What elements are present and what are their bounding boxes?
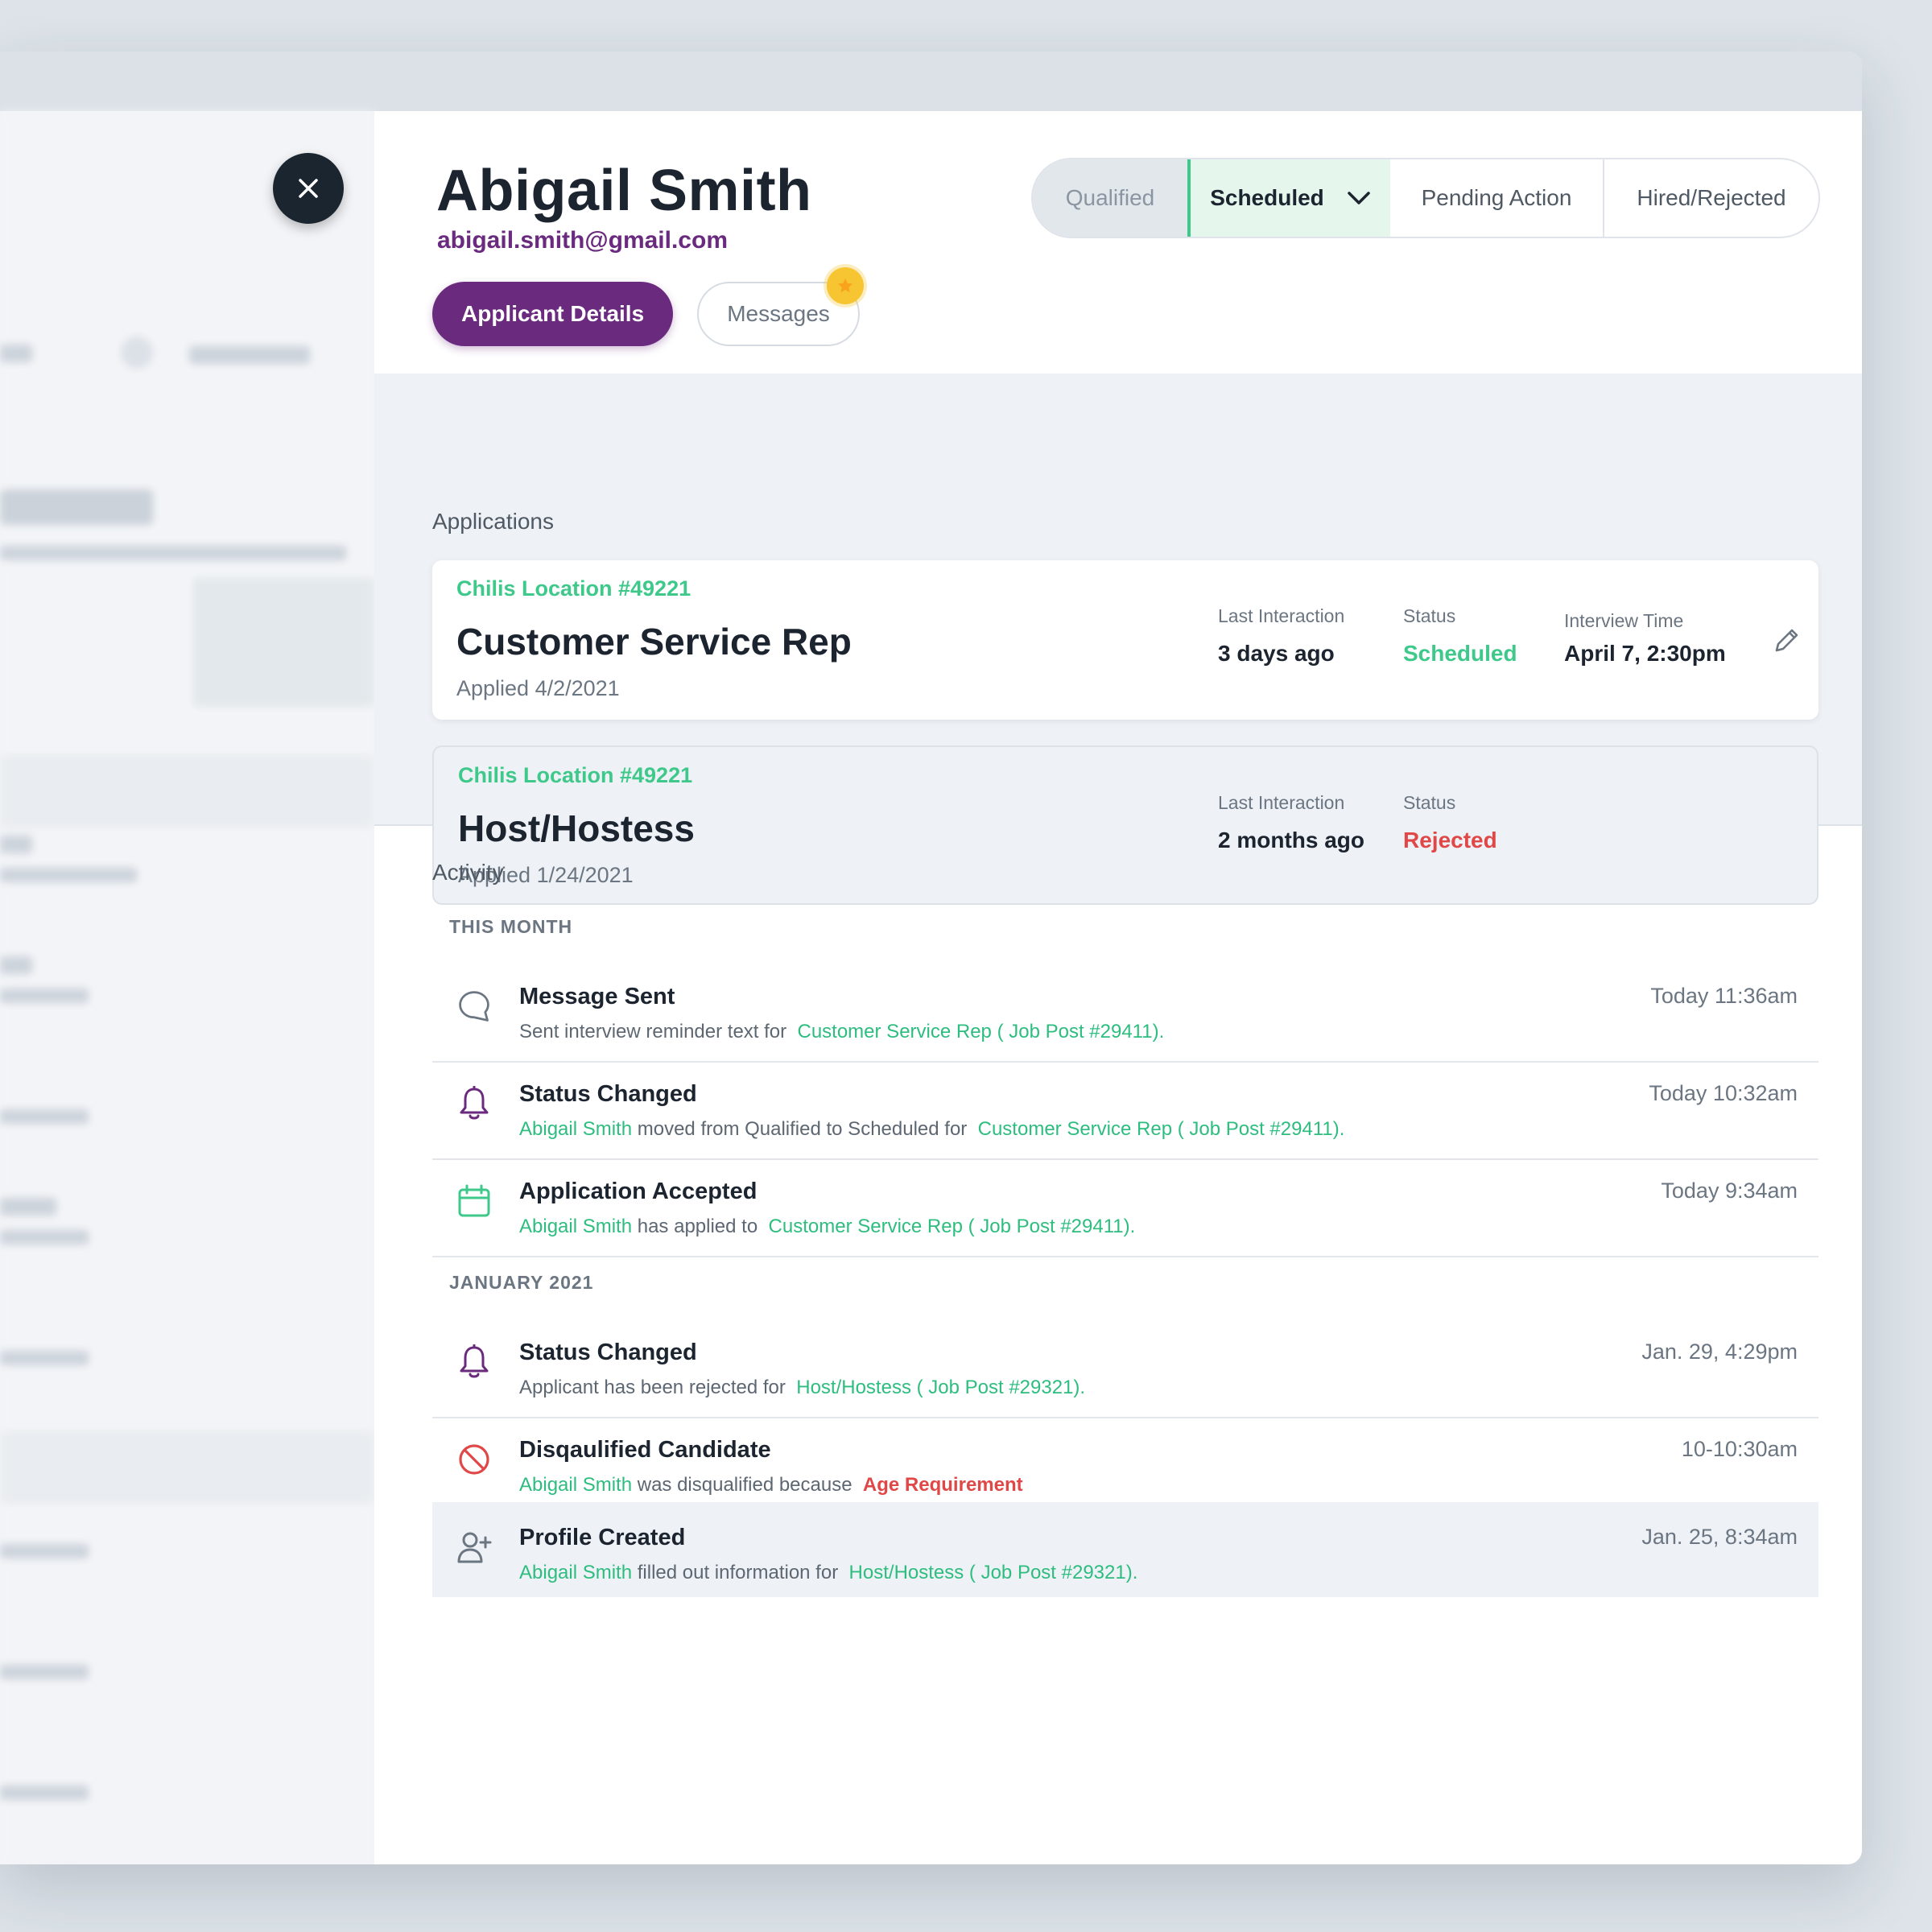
month-heading: THIS MONTH	[449, 916, 573, 937]
application-title: Customer Service Rep	[456, 621, 852, 663]
status-value: Scheduled	[1403, 641, 1517, 666]
status-value: Rejected	[1403, 828, 1497, 852]
activity-title: Status Changed	[519, 1081, 697, 1107]
activity-title: Disqaulified Candidate	[519, 1437, 771, 1463]
activity-title: Message Sent	[519, 984, 675, 1009]
activity-description: Sent interview reminder text for Custome…	[519, 1021, 1164, 1043]
activity-item[interactable]: Message Sent Sent interview reminder tex…	[432, 966, 1818, 1063]
applicant-email[interactable]: abigail.smith@gmail.com	[437, 227, 728, 254]
pencil-icon	[1775, 629, 1798, 652]
job-post-link[interactable]: Customer Service Rep ( Job Post #29411).	[978, 1118, 1345, 1140]
job-post-link[interactable]: Host/Hostess ( Job Post #29321).	[849, 1562, 1138, 1583]
background-app-topbar	[0, 52, 1862, 111]
edit-interview-button[interactable]	[1770, 625, 1802, 661]
status-label: Status	[1403, 605, 1456, 626]
activity-description: Abigail Smith was disqualified because A…	[519, 1474, 1023, 1496]
last-interaction-label: Last Interaction	[1218, 792, 1345, 813]
bell-icon	[456, 1084, 492, 1123]
chat-bubble-icon	[456, 987, 492, 1026]
status-scheduled-dropdown[interactable]: Scheduled	[1187, 159, 1390, 237]
application-card[interactable]: Chilis Location #49221 Customer Service …	[432, 560, 1818, 720]
activity-item[interactable]: Profile Created Abigail Smith filled out…	[432, 1502, 1818, 1597]
bell-icon	[456, 1343, 492, 1381]
activity-description: Abigail Smith filled out information for…	[519, 1562, 1137, 1584]
activity-description: Applicant has been rejected for Host/Hos…	[519, 1377, 1085, 1399]
activity-text: filled out information for	[637, 1562, 839, 1583]
application-location: Chilis Location #49221	[458, 763, 693, 787]
tab-applicant-details[interactable]: Applicant Details	[432, 282, 674, 346]
activity-item[interactable]: Application Accepted Abigail Smith has a…	[432, 1161, 1818, 1257]
activity-time: 10-10:30am	[1681, 1437, 1798, 1461]
activity-time: Jan. 29, 4:29pm	[1641, 1340, 1798, 1364]
activity-item[interactable]: Status Changed Applicant has been reject…	[432, 1322, 1818, 1418]
activity-title: Profile Created	[519, 1525, 686, 1550]
status-label: Status	[1403, 792, 1456, 813]
close-icon	[299, 179, 318, 198]
job-post-link[interactable]: Customer Service Rep ( Job Post #29411).	[769, 1216, 1136, 1237]
calendar-icon	[456, 1182, 492, 1220]
activity-text: Applicant has been rejected for	[519, 1377, 786, 1398]
disqualification-reason: Age Requirement	[862, 1474, 1023, 1496]
applicant-header: Abigail Smith abigail.smith@gmail.com Ap…	[374, 111, 1862, 375]
applicant-drawer: Abigail Smith abigail.smith@gmail.com Ap…	[374, 111, 1862, 1864]
applicant-link[interactable]: Abigail Smith	[519, 1216, 632, 1237]
activity-text: was disqualified because	[637, 1474, 852, 1496]
job-post-link[interactable]: Host/Hostess ( Job Post #29321).	[796, 1377, 1085, 1398]
last-interaction-label: Last Interaction	[1218, 605, 1345, 626]
last-interaction-value: 2 months ago	[1218, 828, 1365, 852]
activity-description: Abigail Smith has applied to Customer Se…	[519, 1216, 1135, 1238]
activity-description: Abigail Smith moved from Qualified to Sc…	[519, 1118, 1344, 1141]
activity-item[interactable]: Disqaulified Candidate Abigail Smith was…	[432, 1419, 1818, 1516]
applicant-link[interactable]: Abigail Smith	[519, 1118, 632, 1140]
activity-label: Activity	[432, 860, 504, 885]
application-applied-date: Applied 4/2/2021	[456, 676, 620, 700]
activity-time: Jan. 25, 8:34am	[1641, 1525, 1798, 1549]
interview-time-label: Interview Time	[1564, 610, 1684, 631]
activity-time: Today 11:36am	[1650, 984, 1798, 1008]
activity-time: Today 9:34am	[1661, 1179, 1798, 1203]
application-title: Host/Hostess	[458, 807, 695, 849]
month-heading: JANUARY 2021	[449, 1272, 594, 1293]
applicant-name: Abigail Smith	[436, 159, 812, 223]
prohibited-icon	[456, 1440, 492, 1479]
status-pending-action[interactable]: Pending Action	[1390, 159, 1604, 237]
application-location: Chilis Location #49221	[456, 576, 691, 601]
activity-item[interactable]: Status Changed Abigail Smith moved from …	[432, 1063, 1818, 1160]
last-interaction-value: 3 days ago	[1218, 641, 1335, 666]
close-button[interactable]	[273, 153, 344, 224]
chevron-down-icon	[1348, 192, 1370, 204]
applicant-link[interactable]: Abigail Smith	[519, 1474, 632, 1496]
status-pipeline: Qualified Scheduled Pending Action Hired…	[1031, 158, 1820, 238]
activity-time: Today 10:32am	[1649, 1081, 1798, 1105]
star-icon	[837, 278, 853, 293]
activity-text: has applied to	[637, 1216, 758, 1237]
add-user-icon	[456, 1528, 492, 1567]
activity-title: Status Changed	[519, 1340, 697, 1365]
status-hired-rejected[interactable]: Hired/Rejected	[1604, 159, 1818, 237]
status-qualified[interactable]: Qualified	[1033, 159, 1187, 237]
applicant-link[interactable]: Abigail Smith	[519, 1562, 632, 1583]
interview-time-value: April 7, 2:30pm	[1564, 641, 1726, 666]
job-post-link[interactable]: Customer Service Rep ( Job Post #29411).	[797, 1021, 1164, 1042]
activity-text: Sent interview reminder text for	[519, 1021, 787, 1042]
messages-notification-badge	[827, 267, 864, 304]
status-scheduled-label: Scheduled	[1210, 185, 1324, 210]
activity-title: Application Accepted	[519, 1179, 758, 1204]
applications-label: Applications	[432, 509, 554, 534]
activity-text: moved from Qualified to Scheduled for	[637, 1118, 968, 1140]
applications-section: Applications Chilis Location #49221 Cust…	[374, 374, 1862, 905]
application-card[interactable]: Chilis Location #49221 Host/Hostess Appl…	[432, 745, 1818, 905]
background-page-blurred	[0, 111, 374, 1864]
